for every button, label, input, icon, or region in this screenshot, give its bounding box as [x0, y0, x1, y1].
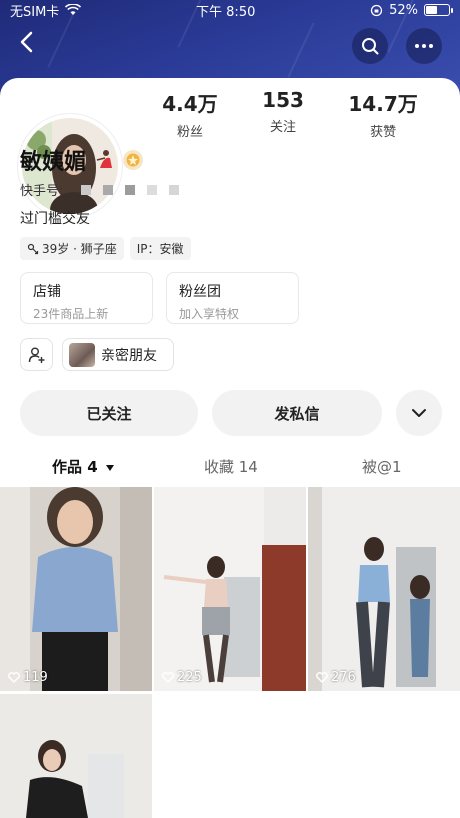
age-text: 39岁 · 狮子座 [42, 242, 117, 256]
tag-row: 39岁 · 狮子座 IP：安徽 [20, 237, 191, 260]
redacted-pixel [81, 184, 92, 195]
user-id-label: 快手号: [20, 184, 64, 199]
video-thumbnail [154, 487, 306, 691]
add-user-icon [28, 347, 44, 363]
caret-down-icon [105, 465, 114, 471]
shop-subtitle: 23件商品上新 [33, 307, 109, 321]
followers-label: 粉丝 [176, 125, 203, 140]
following-count: 153 [262, 88, 304, 112]
followed-label: 已关注 [86, 404, 132, 423]
stat-likes[interactable]: 14.7万 获赞 [348, 88, 417, 140]
like-count: 225 [162, 670, 202, 685]
tab-mentioned[interactable]: 被@1 [362, 456, 402, 477]
fan-club-title: 粉丝团 [179, 284, 221, 300]
like-count-text: 225 [177, 670, 202, 685]
ip-tag: IP：安徽 [129, 237, 191, 260]
like-count-text: 276 [331, 670, 356, 685]
redacted-pixel [147, 184, 158, 195]
tab-works-label: 作品 4 [52, 458, 98, 476]
close-friends-thumbnail [69, 342, 95, 367]
more-dots-icon [415, 44, 433, 48]
clock-text: 下午 8:50 [196, 4, 256, 20]
likes-count: 14.7万 [348, 92, 418, 116]
video-thumbnail [0, 694, 152, 818]
like-count: 276 [316, 670, 356, 685]
heart-icon [162, 672, 174, 683]
video-tile[interactable] [0, 694, 152, 818]
close-friends-button[interactable]: 亲密朋友 [62, 338, 174, 371]
tab-mentioned-label: 被@1 [362, 458, 402, 476]
video-tile[interactable]: 225 [154, 487, 306, 691]
profile-name: 敏姨媚 [20, 150, 87, 175]
heart-icon [8, 672, 20, 683]
close-friends-label: 亲密朋友 [101, 347, 157, 364]
level-badge-icon[interactable] [122, 149, 144, 171]
content-tabs: 作品 4 收藏 14 被@1 [0, 456, 460, 480]
orientation-lock-icon [370, 4, 383, 16]
tab-favorites[interactable]: 收藏 14 [204, 456, 258, 477]
following-label: 关注 [270, 120, 297, 135]
redacted-pixel [125, 184, 136, 195]
battery-icon [423, 4, 453, 16]
tab-favorites-label: 收藏 14 [204, 458, 258, 476]
video-thumbnail [0, 487, 152, 691]
status-bar: 无SIM卡 下午 8:50 52% [0, 0, 460, 20]
message-label: 发私信 [274, 404, 320, 423]
like-count-text: 119 [23, 670, 48, 685]
more-options-button[interactable] [406, 28, 442, 64]
video-tile[interactable]: 119 [0, 487, 152, 691]
stat-following[interactable]: 153 关注 [262, 88, 304, 140]
dancer-emoji-icon [96, 150, 113, 168]
name-row: 敏姨媚 [20, 144, 144, 176]
message-button[interactable]: 发私信 [212, 390, 382, 436]
fan-club-card[interactable]: 粉丝团 加入享特权 [166, 272, 299, 324]
user-id-row: 快手号: [20, 180, 180, 199]
search-icon [362, 38, 379, 55]
stat-followers[interactable]: 4.4万 粉丝 [162, 88, 217, 140]
shop-title: 店铺 [33, 284, 61, 300]
search-button[interactable] [352, 28, 388, 64]
stats-row: 4.4万 粉丝 153 关注 14.7万 获赞 [140, 88, 440, 140]
followers-count: 4.4万 [162, 92, 218, 116]
battery-percent: 52% [389, 2, 418, 18]
followed-button[interactable]: 已关注 [20, 390, 198, 436]
profile-bio: 过门槛交友 [20, 211, 90, 227]
heart-icon [316, 672, 328, 683]
chevron-down-icon [412, 409, 426, 417]
video-thumbnail [308, 487, 460, 691]
ip-text: IP：安徽 [136, 242, 184, 256]
expand-button[interactable] [396, 390, 442, 436]
tab-works[interactable]: 作品 4 [52, 456, 115, 477]
redacted-pixel [169, 184, 180, 195]
back-button[interactable] [18, 30, 52, 64]
like-count: 119 [8, 670, 48, 685]
wifi-icon [65, 4, 82, 15]
redacted-pixel [103, 184, 114, 195]
back-arrow-icon [20, 31, 33, 53]
zodiac-icon [27, 243, 39, 254]
carrier-text: 无SIM卡 [10, 4, 60, 20]
video-tile[interactable]: 276 [308, 487, 460, 691]
shop-card[interactable]: 店铺 23件商品上新 [20, 272, 153, 324]
age-tag: 39岁 · 狮子座 [20, 237, 124, 260]
add-friend-button[interactable] [20, 338, 53, 371]
likes-label: 获赞 [370, 125, 397, 140]
fan-club-subtitle: 加入享特权 [179, 307, 240, 321]
